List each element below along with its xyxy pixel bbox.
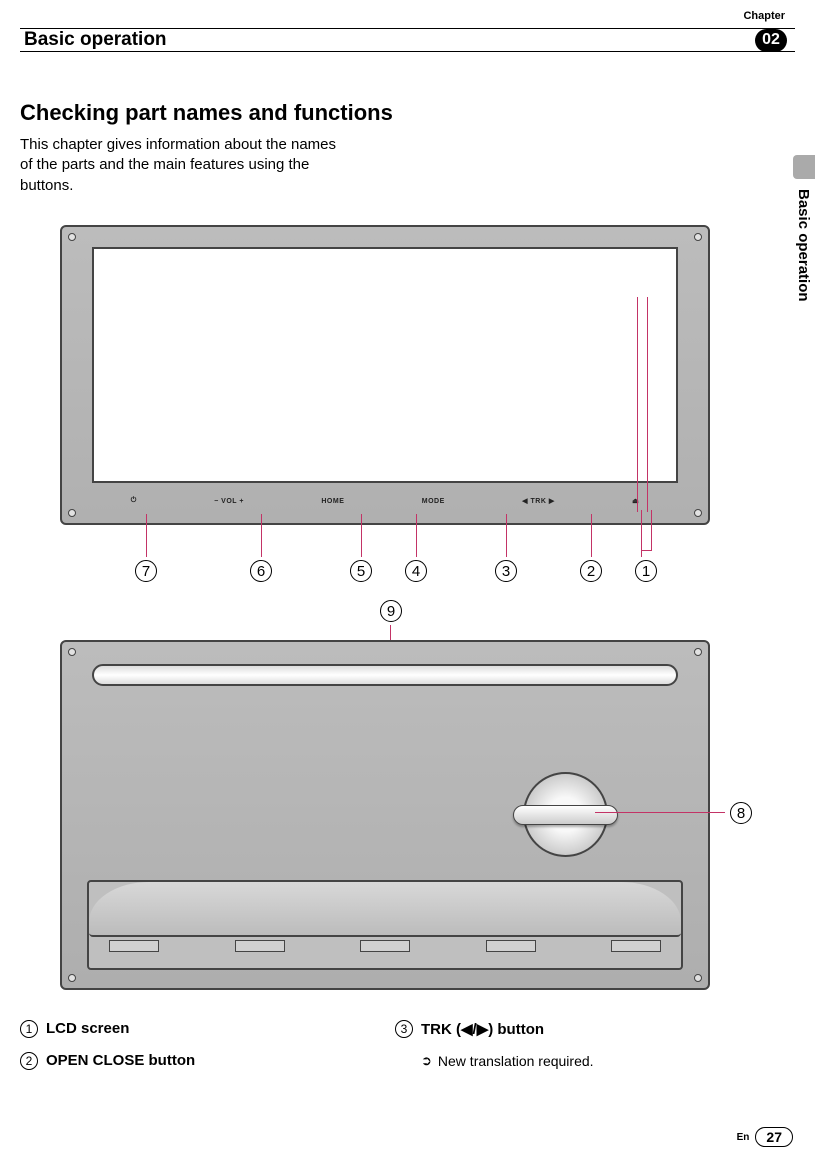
- chapter-label: Chapter: [743, 10, 785, 22]
- chapter-badge: 02: [755, 29, 787, 52]
- list-title: OPEN CLOSE button: [46, 1052, 195, 1069]
- section-intro: This chapter gives information about the…: [20, 135, 350, 196]
- front-unit-diagram: ⏻ − VOL + HOME MODE ◀ TRK ▶ ⏏: [60, 225, 710, 575]
- mode-button: MODE: [422, 498, 445, 505]
- vol-plus: +: [239, 498, 244, 505]
- callout-7: 7: [135, 560, 157, 582]
- sub-text: New translation required.: [438, 1053, 594, 1069]
- callout-9: 9: [380, 600, 402, 622]
- header-title: Basic operation: [24, 29, 167, 51]
- callout-1: 1: [635, 560, 657, 582]
- footer-lang: En: [737, 1132, 750, 1143]
- trk-prev-icon: ◀: [522, 498, 528, 505]
- power-icon: ⏻: [131, 497, 137, 505]
- callout-4: 4: [405, 560, 427, 582]
- callout-6: 6: [250, 560, 272, 582]
- disc-slot: [92, 664, 678, 686]
- trk-label: TRK: [531, 498, 547, 505]
- side-tab-marker: [793, 155, 815, 179]
- side-tab: Basic operation: [793, 155, 815, 375]
- callout-3: 3: [495, 560, 517, 582]
- side-tab-text: Basic operation: [795, 189, 812, 302]
- list-num: 1: [20, 1020, 38, 1038]
- callout-5: 5: [350, 560, 372, 582]
- list-item: 2 OPEN CLOSE button: [20, 1052, 370, 1070]
- list-num: 2: [20, 1052, 38, 1070]
- list-title: TRK (◀/▶) button: [421, 1020, 544, 1038]
- footer-page-number: 27: [755, 1127, 793, 1147]
- page-footer: En 27: [737, 1127, 793, 1147]
- home-button: HOME: [321, 498, 344, 505]
- list-item: 3 TRK (◀/▶) button: [395, 1020, 745, 1038]
- parts-list-right: 3 TRK (◀/▶) button New translation requi…: [395, 1020, 745, 1069]
- sd-slot: [87, 880, 683, 970]
- diagram1-callouts: 7 6 5 4 3 2 1: [60, 560, 710, 590]
- vol-label: VOL: [221, 498, 237, 505]
- section-title: Checking part names and functions: [20, 100, 393, 126]
- header-bar: Basic operation 02: [20, 28, 795, 52]
- eject-icon: ⏏: [632, 497, 639, 505]
- button-strip: ⏻ − VOL + HOME MODE ◀ TRK ▶ ⏏: [92, 491, 678, 511]
- list-subtext: New translation required.: [421, 1052, 745, 1069]
- callout-8: 8: [730, 802, 752, 824]
- lcd-screen: [92, 247, 678, 483]
- arrow-icon: [421, 1052, 432, 1069]
- list-num: 3: [395, 1020, 413, 1038]
- circle-control: [523, 772, 608, 857]
- vol-minus: −: [214, 498, 219, 505]
- list-item: 1 LCD screen: [20, 1020, 370, 1038]
- list-title: LCD screen: [46, 1020, 129, 1037]
- parts-list-left: 1 LCD screen 2 OPEN CLOSE button: [20, 1020, 370, 1084]
- callout-2: 2: [580, 560, 602, 582]
- rear-unit-diagram: [60, 640, 710, 990]
- trk-next-icon: ▶: [549, 498, 555, 505]
